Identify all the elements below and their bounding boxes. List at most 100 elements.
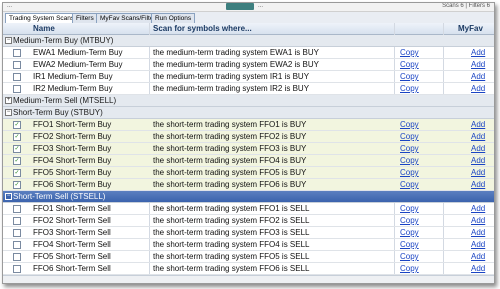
- scan-checkbox[interactable]: [13, 229, 21, 237]
- copy-link[interactable]: Copy: [400, 155, 419, 166]
- add-myfav-link[interactable]: Add: [471, 59, 485, 70]
- copy-link[interactable]: Copy: [400, 263, 419, 274]
- collapse-icon[interactable]: −: [5, 37, 12, 44]
- top-strip: ... ... Scans 6 | Filters 6: [3, 3, 494, 12]
- scan-description: the short-term trading system FFO1 is BU…: [153, 120, 307, 129]
- scan-row[interactable]: ✓ FFO3 Short-Term Buy the short-term tradi…: [3, 143, 494, 155]
- tab-filters[interactable]: Filters: [72, 13, 98, 23]
- scan-description: the short-term trading system FFO5 is SE…: [153, 252, 310, 261]
- copy-link[interactable]: Copy: [400, 239, 419, 250]
- group-header[interactable]: − Medium-Term Buy (MTBUY): [3, 35, 494, 47]
- scan-checkbox[interactable]: ✓: [13, 157, 21, 165]
- copy-link[interactable]: Copy: [400, 71, 419, 82]
- scan-checkbox[interactable]: ✓: [13, 169, 21, 177]
- scan-name: FFO3 Short-Term Buy: [33, 144, 112, 153]
- group-header[interactable]: + Medium-Term Sell (MTSELL): [3, 95, 494, 107]
- scan-checkbox[interactable]: [13, 205, 21, 213]
- scan-row[interactable]: FFO2 Short-Term Sell the short-term tradi…: [3, 215, 494, 227]
- scan-description: the medium-term trading system IR2 is BU…: [153, 84, 310, 93]
- copy-link[interactable]: Copy: [400, 203, 419, 214]
- scan-description: the short-term trading system FFO2 is BU…: [153, 132, 307, 141]
- scan-row[interactable]: EWA2 Medium-Term Buy the medium-term trad…: [3, 59, 494, 71]
- scan-row[interactable]: ✓ FFO2 Short-Term Buy the short-term tradi…: [3, 131, 494, 143]
- scan-name: FFO2 Short-Term Buy: [33, 132, 112, 141]
- add-myfav-link[interactable]: Add: [471, 203, 485, 214]
- scan-checkbox[interactable]: ✓: [13, 121, 21, 129]
- group-header[interactable]: − Short-Term Sell (STSELL): [3, 191, 494, 203]
- scan-row[interactable]: FFO1 Short-Term Sell the short-term tradi…: [3, 203, 494, 215]
- scan-name: FFO5 Short-Term Sell: [33, 252, 111, 261]
- add-myfav-link[interactable]: Add: [471, 119, 485, 130]
- scan-checkbox[interactable]: [13, 265, 21, 273]
- column-name-header[interactable]: Name: [33, 24, 55, 33]
- column-myfav-header[interactable]: MyFav: [458, 24, 483, 33]
- add-myfav-link[interactable]: Add: [471, 167, 485, 178]
- collapse-icon[interactable]: −: [5, 109, 12, 116]
- column-scan-header[interactable]: Scan for symbols where...: [153, 24, 252, 33]
- add-myfav-link[interactable]: Add: [471, 251, 485, 262]
- scan-row[interactable]: ✓ FFO4 Short-Term Buy the short-term tradi…: [3, 155, 494, 167]
- add-myfav-link[interactable]: Add: [471, 143, 485, 154]
- copy-link[interactable]: Copy: [400, 227, 419, 238]
- scan-description: the short-term trading system FFO5 is BU…: [153, 168, 307, 177]
- add-myfav-link[interactable]: Add: [471, 263, 485, 274]
- scan-checkbox[interactable]: [13, 61, 21, 69]
- add-myfav-link[interactable]: Add: [471, 179, 485, 190]
- copy-link[interactable]: Copy: [400, 215, 419, 226]
- scan-checkbox[interactable]: ✓: [13, 181, 21, 189]
- copy-link[interactable]: Copy: [400, 83, 419, 94]
- scan-name: FFO6 Short-Term Buy: [33, 180, 112, 189]
- scan-row[interactable]: FFO3 Short-Term Sell the short-term tradi…: [3, 227, 494, 239]
- add-myfav-link[interactable]: Add: [471, 131, 485, 142]
- expand-icon[interactable]: +: [5, 97, 12, 104]
- scan-row[interactable]: FFO5 Short-Term Sell the short-term tradi…: [3, 251, 494, 263]
- scan-checkbox[interactable]: [13, 73, 21, 81]
- copy-link[interactable]: Copy: [400, 179, 419, 190]
- scan-name: FFO6 Short-Term Sell: [33, 264, 111, 273]
- scan-name: FFO2 Short-Term Sell: [33, 216, 111, 225]
- copy-link[interactable]: Copy: [400, 167, 419, 178]
- group-label: Short-Term Buy (STBUY): [13, 108, 103, 117]
- group-label: Medium-Term Buy (MTBUY): [13, 36, 114, 45]
- collapse-icon[interactable]: −: [5, 193, 12, 200]
- scan-row[interactable]: FFO6 Short-Term Sell the short-term tradi…: [3, 263, 494, 275]
- scan-name: FFO3 Short-Term Sell: [33, 228, 111, 237]
- copy-link[interactable]: Copy: [400, 131, 419, 142]
- scan-row[interactable]: ✓ FFO5 Short-Term Buy the short-term tradi…: [3, 167, 494, 179]
- copy-link[interactable]: Copy: [400, 47, 419, 58]
- copy-link[interactable]: Copy: [400, 119, 419, 130]
- scan-row[interactable]: IR1 Medium-Term Buy the medium-term tradi…: [3, 71, 494, 83]
- scan-checkbox[interactable]: [13, 253, 21, 261]
- copy-link[interactable]: Copy: [400, 251, 419, 262]
- scan-description: the short-term trading system FFO2 is SE…: [153, 216, 310, 225]
- copy-link[interactable]: Copy: [400, 143, 419, 154]
- copy-link[interactable]: Copy: [400, 59, 419, 70]
- scan-name: FFO1 Short-Term Sell: [33, 204, 111, 213]
- scan-row[interactable]: IR2 Medium-Term Buy the medium-term tradi…: [3, 83, 494, 95]
- scan-description: the short-term trading system FFO1 is SE…: [153, 204, 310, 213]
- scan-description: the medium-term trading system IR1 is BU…: [153, 72, 310, 81]
- scan-row[interactable]: FFO4 Short-Term Sell the short-term tradi…: [3, 239, 494, 251]
- add-myfav-link[interactable]: Add: [471, 215, 485, 226]
- scan-row[interactable]: EWA1 Medium-Term Buy the medium-term trad…: [3, 47, 494, 59]
- scan-name: IR2 Medium-Term Buy: [33, 84, 113, 93]
- add-myfav-link[interactable]: Add: [471, 155, 485, 166]
- tab-run-options[interactable]: Run Options: [151, 13, 196, 23]
- add-myfav-link[interactable]: Add: [471, 71, 485, 82]
- scan-checkbox[interactable]: [13, 49, 21, 57]
- group-header[interactable]: − Short-Term Buy (STBUY): [3, 107, 494, 119]
- scan-checkbox[interactable]: [13, 85, 21, 93]
- add-myfav-link[interactable]: Add: [471, 239, 485, 250]
- scan-checkbox[interactable]: ✓: [13, 133, 21, 141]
- scan-checkbox[interactable]: ✓: [13, 145, 21, 153]
- scan-checkbox[interactable]: [13, 241, 21, 249]
- scan-name: EWA2 Medium-Term Buy: [33, 60, 123, 69]
- add-myfav-link[interactable]: Add: [471, 227, 485, 238]
- scan-description: the short-term trading system FFO3 is SE…: [153, 228, 310, 237]
- add-myfav-link[interactable]: Add: [471, 83, 485, 94]
- scan-row[interactable]: ✓ FFO1 Short-Term Buy the short-term tradi…: [3, 119, 494, 131]
- add-myfav-link[interactable]: Add: [471, 47, 485, 58]
- scan-row[interactable]: ✓ FFO6 Short-Term Buy the short-term tradi…: [3, 179, 494, 191]
- scan-checkbox[interactable]: [13, 217, 21, 225]
- scan-description: the short-term trading system FFO4 is BU…: [153, 156, 307, 165]
